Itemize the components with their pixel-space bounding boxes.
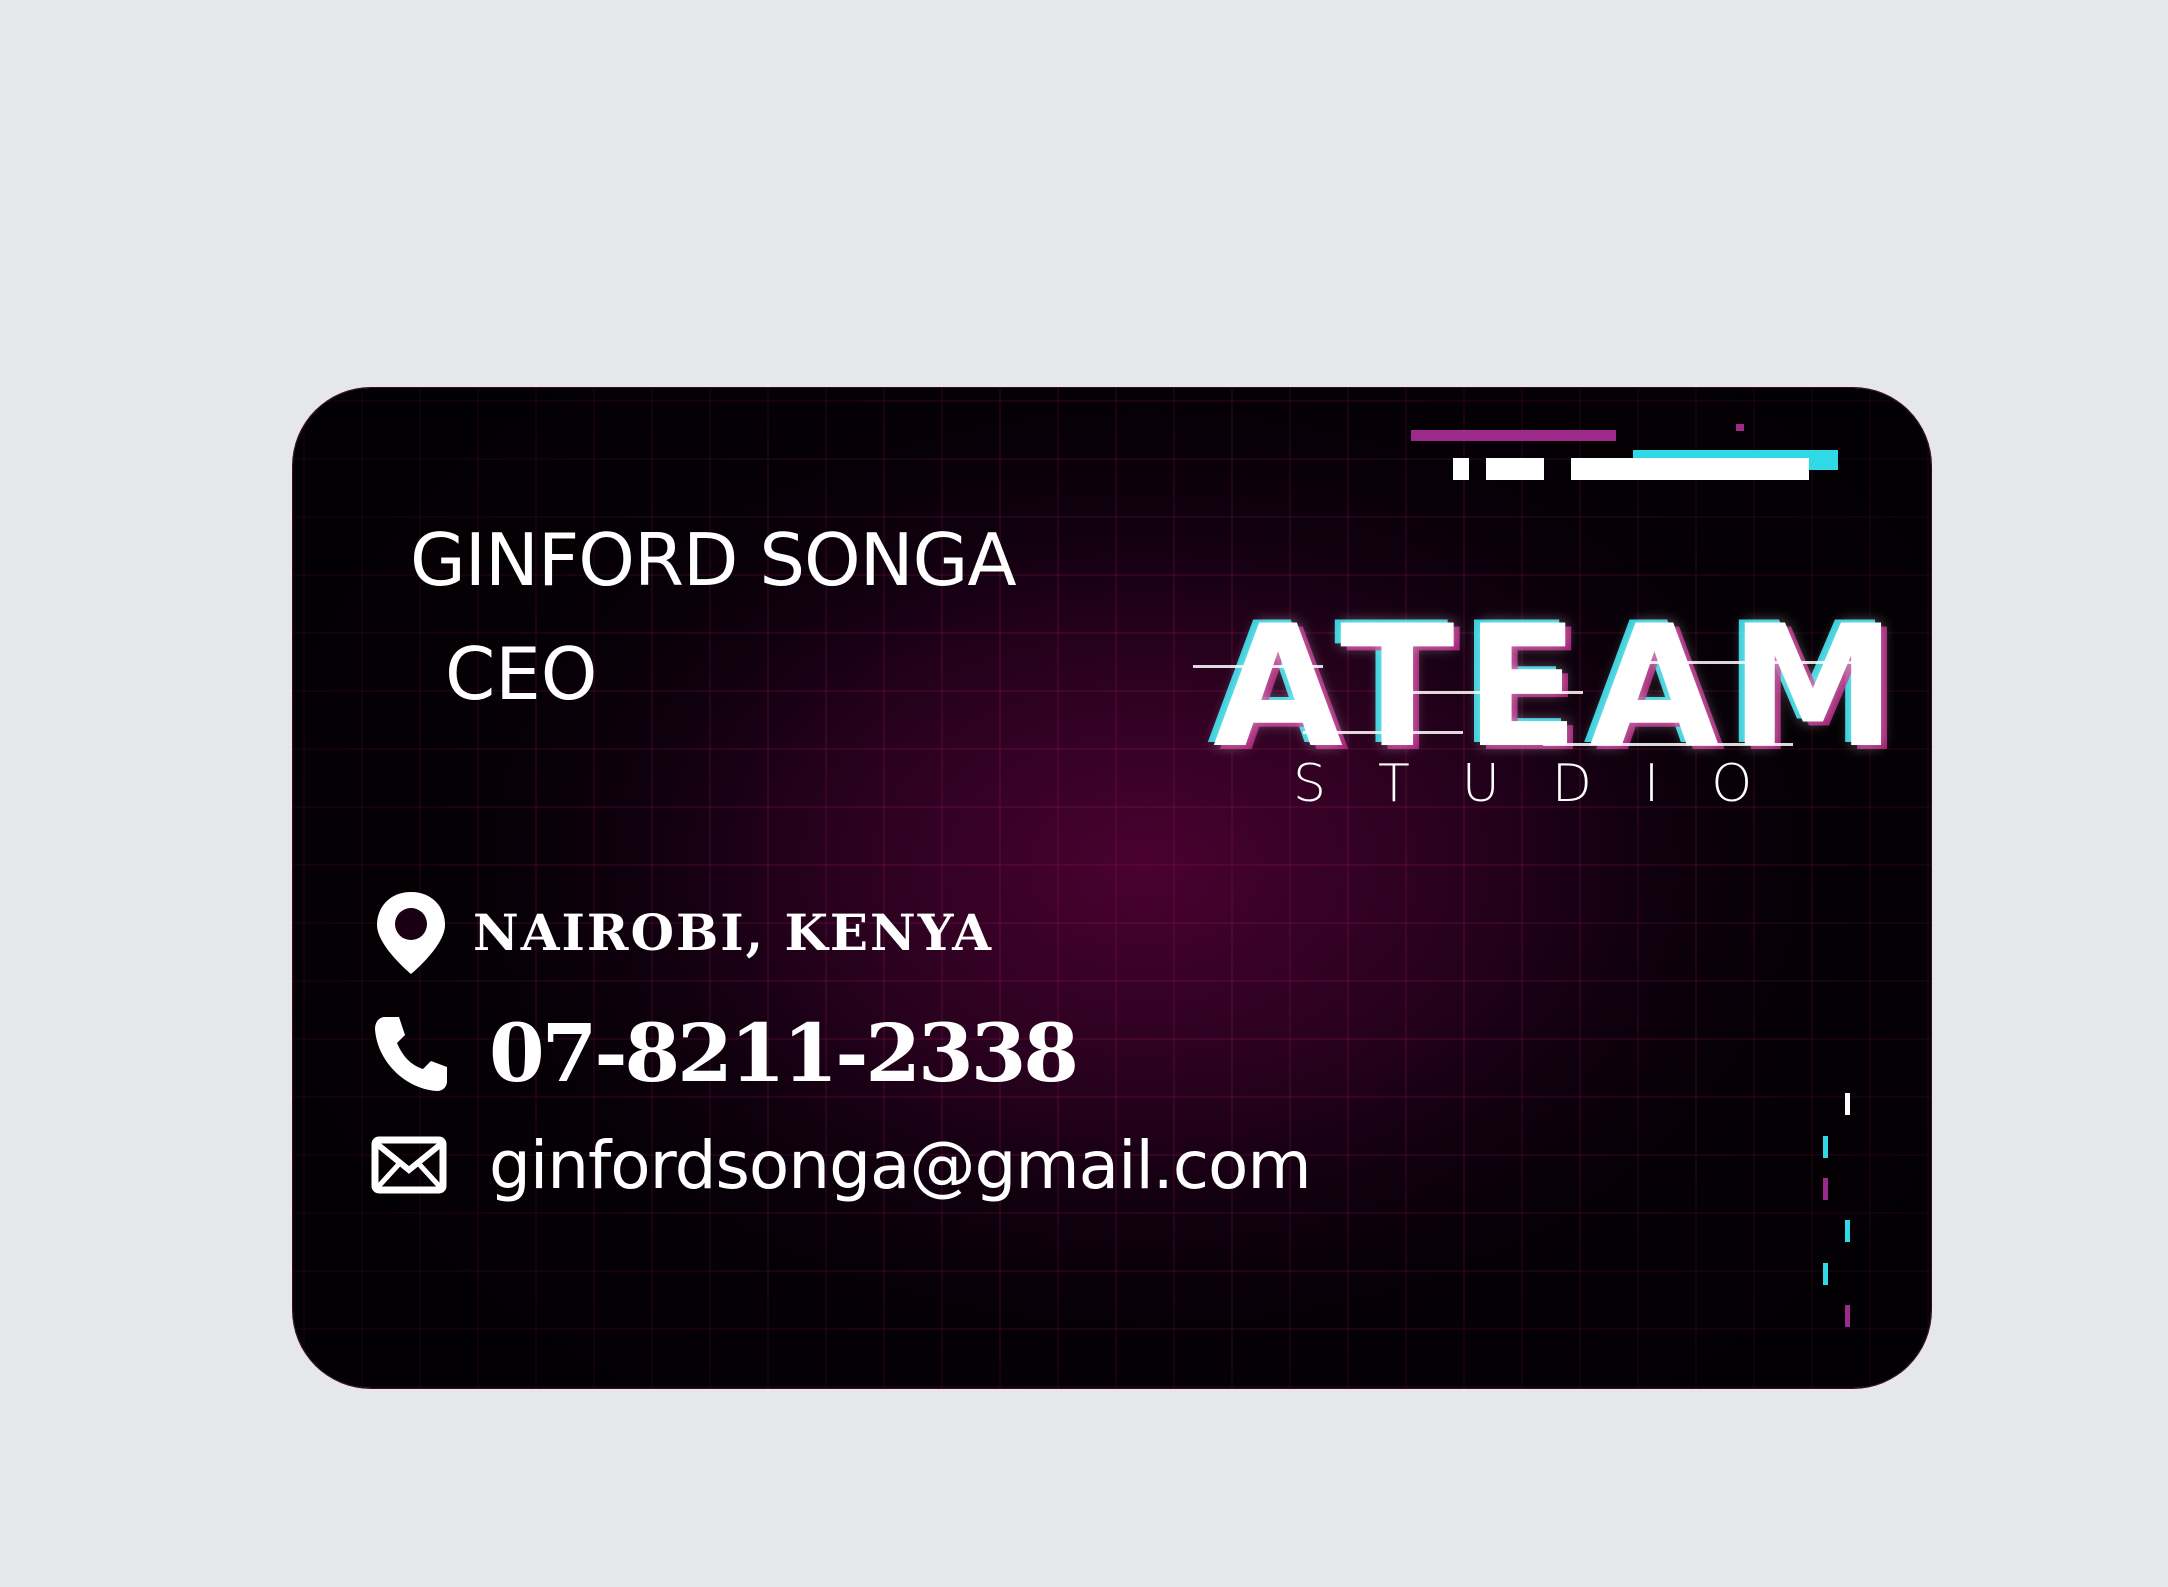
- glitch-bars-decoration: [1411, 424, 1871, 500]
- person-role: CEO: [445, 632, 598, 716]
- map-pin-icon: [371, 888, 451, 978]
- logo-subtitle: STUDIO: [1293, 754, 1805, 814]
- phone-number[interactable]: 07-8211-2338: [489, 1013, 1079, 1093]
- person-name: GINFORD SONGA: [410, 518, 1017, 602]
- phone-icon: [371, 1013, 451, 1093]
- email-address[interactable]: ginfordsonga@gmail.com: [489, 1133, 1312, 1199]
- envelope-icon: [371, 1136, 447, 1196]
- location-text: NAIROBI, KENYA: [473, 903, 994, 962]
- location-row: NAIROBI, KENYA: [371, 888, 993, 978]
- business-card: GINFORD SONGA CEO ATEAM ATEAM ATEAM STUD…: [293, 388, 1931, 1388]
- email-row: ginfordsonga@gmail.com: [371, 1133, 1312, 1199]
- ateam-logo: ATEAM ATEAM ATEAM: [1193, 600, 1903, 775]
- phone-row: 07-8211-2338: [371, 1013, 1079, 1093]
- dash-decoration: [1823, 1093, 1853, 1333]
